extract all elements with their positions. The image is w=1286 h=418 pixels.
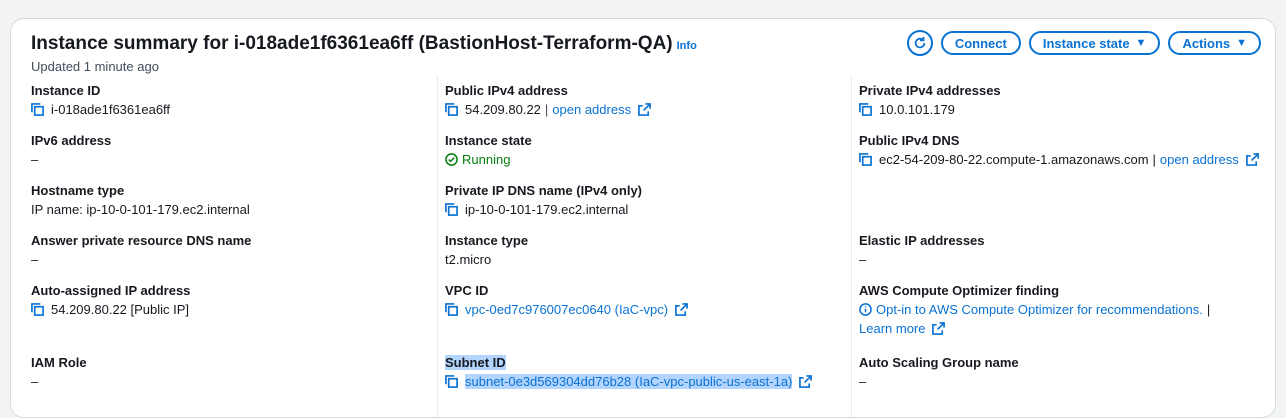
external-link-icon[interactable] [799,375,813,388]
external-link-icon[interactable] [675,303,688,316]
info-circle-icon [859,303,872,316]
private-dns-label: Private IP DNS name (IPv4 only) [445,183,642,198]
instance-state-field-label: Instance state [445,133,532,148]
copy-icon[interactable] [31,303,44,316]
copy-icon[interactable] [445,375,458,388]
subnet-id-label: Subnet ID [445,355,506,370]
copy-icon[interactable] [445,103,458,116]
column-divider [851,75,852,417]
public-ipv4-value: 54.209.80.22 [465,102,541,117]
auto-ip-label: Auto-assigned IP address [31,283,191,298]
external-link-icon[interactable] [1245,153,1259,166]
ipv6-field: IPv6 address – [31,133,111,167]
private-ipv4-field: Private IPv4 addresses 10.0.101.179 [859,83,1001,117]
refresh-button[interactable] [906,30,933,56]
copy-icon[interactable] [859,103,872,116]
copy-icon[interactable] [859,153,872,166]
header-actions: Connect Instance state ▼ Actions ▼ [906,30,1261,56]
private-dns-value: ip-10-0-101-179.ec2.internal [465,202,629,217]
subnet-id-field: Subnet ID subnet-0e3d569304dd76b28 (IaC-… [445,355,813,389]
public-dns-value: ec2-54-209-80-22.compute-1.amazonaws.com [879,152,1149,167]
open-address-link[interactable]: open address [1160,152,1239,167]
caret-down-icon: ▼ [1236,37,1247,49]
public-ipv4-label: Public IPv4 address [445,83,568,98]
hostname-type-label: Hostname type [31,183,125,198]
iam-role-field: IAM Role – [31,355,87,389]
ipv6-value: – [31,152,39,167]
learn-more-link[interactable]: Learn more [859,321,925,336]
external-link-icon[interactable] [932,322,946,335]
caret-down-icon: ▼ [1135,37,1147,49]
vpc-id-label: VPC ID [445,283,489,298]
actions-label: Actions [1182,35,1231,51]
answer-dns-value: – [31,252,39,267]
private-dns-field: Private IP DNS name (IPv4 only) ip-10-0-… [445,183,642,217]
actions-button[interactable]: Actions ▼ [1168,31,1261,55]
optimizer-field: AWS Compute Optimizer finding Opt-in to … [859,283,1211,336]
instance-id-value: i-018ade1f6361ea6ff [51,102,171,117]
vpc-id-field: VPC ID vpc-0ed7c976007ec0640 (IaC-vpc) [445,283,688,317]
column-divider [437,75,438,417]
external-link-icon[interactable] [638,103,651,116]
optimizer-optin-link[interactable]: Opt-in to AWS Compute Optimizer for reco… [876,302,1203,317]
instance-type-label: Instance type [445,233,529,248]
asg-label: Auto Scaling Group name [859,355,1019,370]
instance-id-label: Instance ID [31,83,101,98]
copy-icon[interactable] [31,103,44,116]
info-link[interactable]: Info [677,40,697,52]
iam-role-label: IAM Role [31,355,87,370]
instance-type-field: Instance type t2.micro [445,233,528,267]
instance-id-field: Instance ID i-018ade1f6361ea6ff [31,83,170,117]
answer-dns-label: Answer private resource DNS name [31,233,252,248]
asg-field: Auto Scaling Group name – [859,355,1019,389]
check-circle-icon [445,153,458,166]
connect-label: Connect [954,35,1007,51]
connect-button[interactable]: Connect [940,31,1021,55]
page-title: Instance summary for i-018ade1f6361ea6ff… [31,33,697,55]
instance-state-label: Instance state [1042,35,1130,51]
private-ipv4-label: Private IPv4 addresses [859,83,1001,98]
auto-ip-value: 54.209.80.22 [Public IP] [51,302,190,317]
open-address-link[interactable]: open address [552,102,631,117]
auto-ip-field: Auto-assigned IP address 54.209.80.22 [P… [31,283,190,317]
title-text: Instance summary for i-018ade1f6361ea6ff… [31,33,673,54]
updated-text: Updated 1 minute ago [31,59,159,74]
copy-icon[interactable] [445,303,458,316]
answer-dns-field: Answer private resource DNS name – [31,233,251,267]
optimizer-label: AWS Compute Optimizer finding [859,283,1060,298]
ipv6-label: IPv6 address [31,133,112,148]
copy-icon[interactable] [445,203,458,216]
elastic-ip-field: Elastic IP addresses – [859,233,985,267]
instance-type-value: t2.micro [445,252,492,267]
instance-summary-panel: Instance summary for i-018ade1f6361ea6ff… [10,18,1276,418]
private-ipv4-value: 10.0.101.179 [879,102,955,117]
public-dns-field: Public IPv4 DNS ec2-54-209-80-22.compute… [859,133,1259,167]
instance-state-field: Instance state Running [445,133,532,167]
hostname-type-field: Hostname type IP name: ip-10-0-101-179.e… [31,183,250,217]
subnet-id-link[interactable]: subnet-0e3d569304dd76b28 (IaC-vpc-public… [465,374,793,389]
vpc-id-link[interactable]: vpc-0ed7c976007ec0640 (IaC-vpc) [465,302,668,317]
instance-state-button[interactable]: Instance state ▼ [1028,31,1161,55]
public-ipv4-field: Public IPv4 address 54.209.80.22 | open ad… [445,83,651,117]
asg-value: – [859,374,867,389]
instance-state-value: Running [462,152,511,167]
elastic-ip-value: – [859,252,867,267]
public-dns-label: Public IPv4 DNS [859,133,960,148]
hostname-type-value: IP name: ip-10-0-101-179.ec2.internal [31,202,250,217]
elastic-ip-label: Elastic IP addresses [859,233,985,248]
iam-role-value: – [31,374,39,389]
refresh-icon [914,36,926,49]
